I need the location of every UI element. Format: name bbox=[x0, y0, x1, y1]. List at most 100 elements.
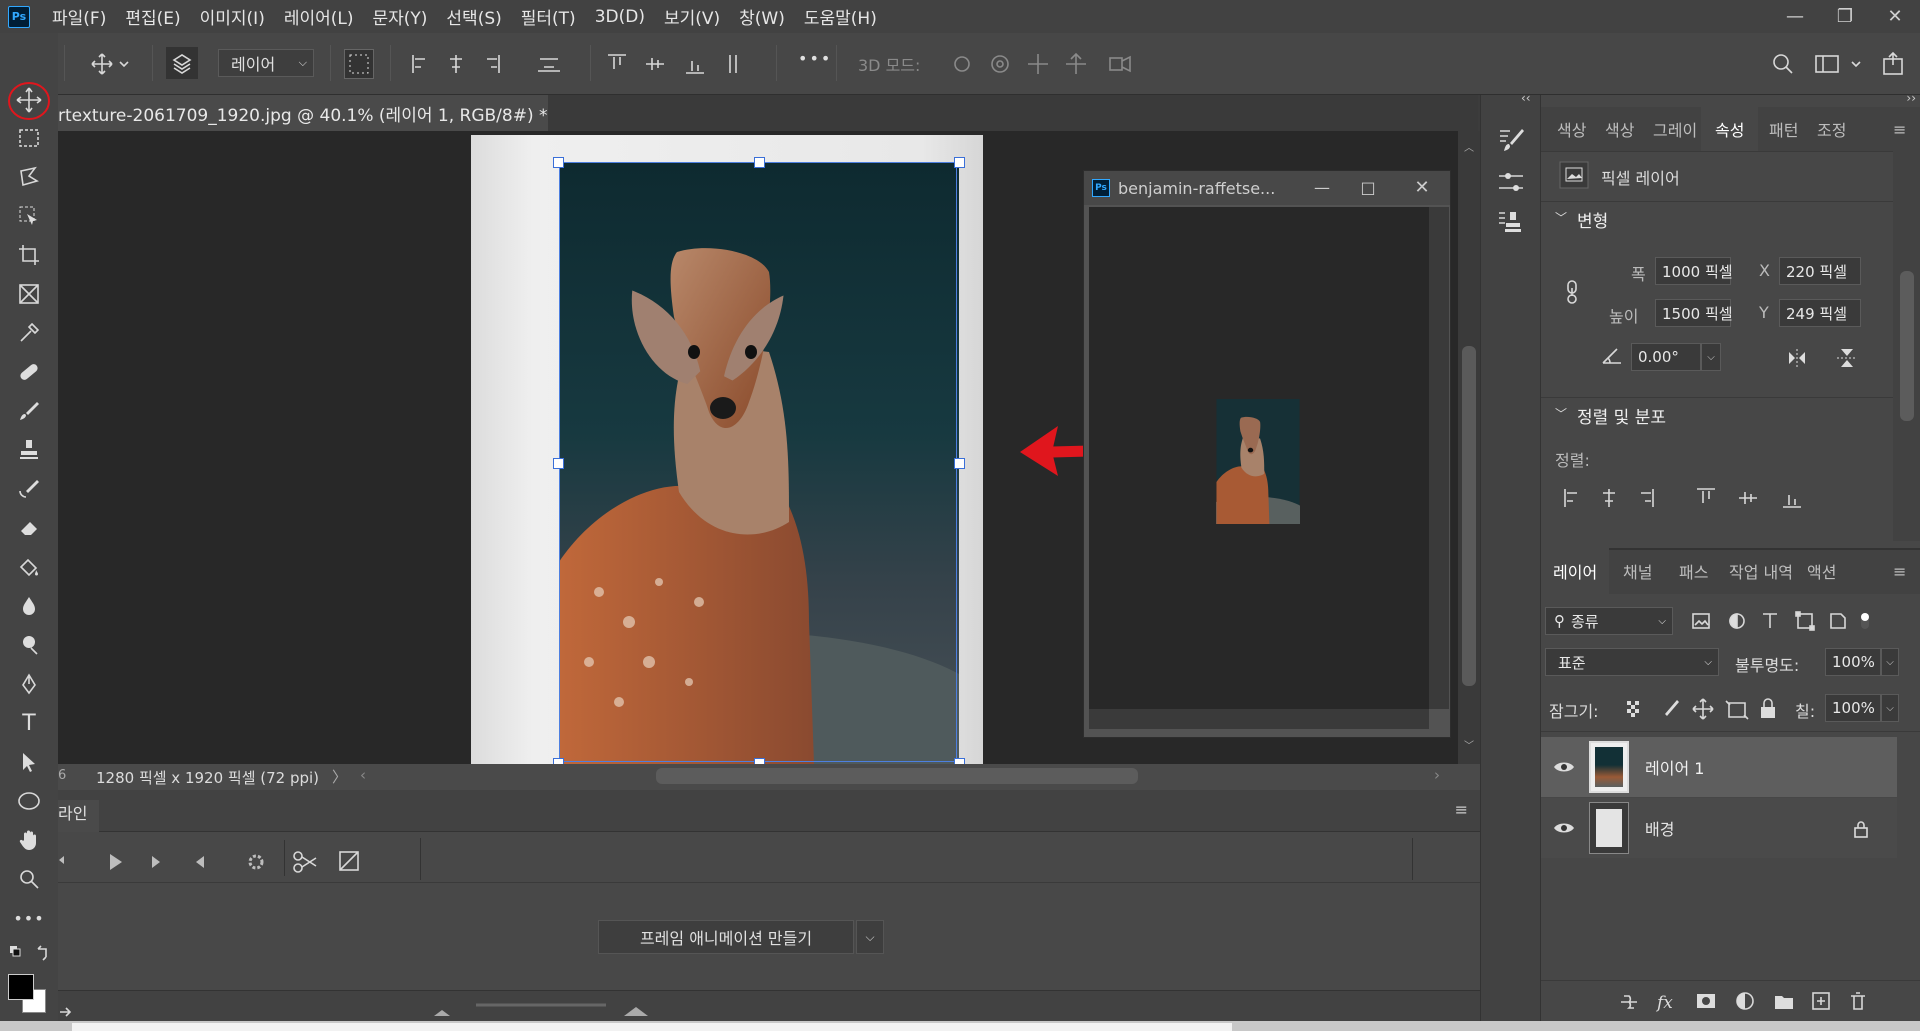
align-collapse-icon[interactable]: ﹀ bbox=[1555, 405, 1567, 422]
height-field[interactable]: 1500 픽셀 bbox=[1655, 299, 1733, 327]
history-brush-tool-icon[interactable] bbox=[11, 472, 47, 506]
pen-tool-icon[interactable] bbox=[11, 667, 47, 701]
menu-edit[interactable]: 편집(E) bbox=[125, 4, 180, 29]
default-colors-icon[interactable] bbox=[8, 943, 52, 963]
transform-handle-ml[interactable] bbox=[553, 458, 564, 469]
layer1-name[interactable]: 레이어 1 bbox=[1645, 755, 1704, 779]
object-selection-tool-icon[interactable] bbox=[11, 199, 47, 233]
tab-color[interactable]: 색상 bbox=[1557, 107, 1586, 151]
tab-channels[interactable]: 채널 bbox=[1623, 548, 1652, 594]
layer1-visibility-eye-icon[interactable] bbox=[1553, 760, 1575, 774]
vertical-scroll-thumb[interactable] bbox=[1462, 346, 1476, 686]
floating-document-window[interactable]: Ps benjamin-raffetse... — □ ✕ bbox=[1083, 170, 1451, 738]
tab-actions[interactable]: 액션 bbox=[1807, 548, 1836, 594]
opacity-field[interactable]: 100% bbox=[1825, 648, 1881, 676]
edit-toolbar-icon[interactable]: ••• bbox=[11, 901, 47, 935]
fill-dropdown-icon[interactable]: ⌵ bbox=[1881, 694, 1899, 722]
floating-vertical-scrollbar[interactable] bbox=[1429, 207, 1449, 709]
tab-paths[interactable]: 패스 bbox=[1679, 548, 1708, 594]
collapse-strip-icon[interactable]: ‹‹ bbox=[1521, 91, 1531, 105]
floating-close-button[interactable]: ✕ bbox=[1404, 177, 1440, 198]
tab-patterns[interactable]: 패턴 bbox=[1769, 107, 1798, 151]
align-buttons-group[interactable] bbox=[410, 53, 580, 75]
auto-select-dropdown[interactable]: 레이어 ⌵ bbox=[218, 49, 314, 77]
timeline-controls[interactable] bbox=[58, 840, 378, 880]
brush-settings-icon[interactable] bbox=[1496, 125, 1526, 155]
transform-handle-tr[interactable] bbox=[954, 157, 965, 168]
scroll-left-icon[interactable]: ‹ bbox=[360, 766, 366, 784]
dodge-tool-icon[interactable] bbox=[11, 628, 47, 662]
menu-window[interactable]: 창(W) bbox=[739, 4, 785, 29]
menu-layer[interactable]: 레이어(L) bbox=[284, 4, 354, 29]
x-field[interactable]: 220 픽셀 bbox=[1779, 257, 1861, 285]
properties-align-buttons[interactable] bbox=[1563, 487, 1863, 509]
paint-bucket-tool-icon[interactable] bbox=[11, 550, 47, 584]
floating-horizontal-scrollbar[interactable] bbox=[1089, 709, 1429, 729]
more-options-icon[interactable]: ••• bbox=[798, 49, 832, 68]
minimize-button[interactable]: — bbox=[1770, 0, 1820, 33]
lasso-tool-icon[interactable] bbox=[11, 160, 47, 194]
y-field[interactable]: 249 픽셀 bbox=[1779, 299, 1861, 327]
properties-menu-icon[interactable]: ≡ bbox=[1893, 107, 1906, 151]
type-tool-icon[interactable]: T bbox=[11, 706, 47, 740]
background-lock-icon[interactable] bbox=[1853, 820, 1869, 838]
foreground-color-swatch[interactable] bbox=[8, 974, 34, 1000]
tab-properties[interactable]: 속성 bbox=[1701, 107, 1759, 151]
zoom-tool-icon[interactable] bbox=[11, 862, 47, 896]
blend-mode-dropdown[interactable]: 표준 ⌵ bbox=[1545, 648, 1719, 676]
menu-select[interactable]: 선택(S) bbox=[446, 4, 501, 29]
menu-view[interactable]: 보기(V) bbox=[664, 4, 720, 29]
transform-handle-mr[interactable] bbox=[954, 458, 965, 469]
path-selection-tool-icon[interactable] bbox=[11, 745, 47, 779]
brush-presets-icon[interactable] bbox=[1496, 168, 1526, 198]
show-transform-controls-icon[interactable] bbox=[344, 49, 374, 79]
angle-dropdown-icon[interactable]: ⌵ bbox=[1701, 343, 1721, 371]
tab-layers[interactable]: 레이어 bbox=[1541, 548, 1610, 594]
healing-brush-tool-icon[interactable] bbox=[11, 355, 47, 389]
frame-tool-icon[interactable] bbox=[11, 277, 47, 311]
menu-filter[interactable]: 필터(T) bbox=[521, 4, 576, 29]
floating-canvas[interactable] bbox=[1089, 207, 1429, 709]
transform-handle-tl[interactable] bbox=[553, 157, 564, 168]
menu-image[interactable]: 이미지(I) bbox=[200, 4, 265, 29]
link-dimensions-icon[interactable] bbox=[1565, 279, 1579, 305]
auto-select-icon[interactable] bbox=[166, 47, 198, 79]
ellipse-tool-icon[interactable] bbox=[11, 784, 47, 818]
background-layer-name[interactable]: 배경 bbox=[1645, 816, 1674, 840]
tab-swatches[interactable]: 색상 bbox=[1605, 107, 1634, 151]
marquee-tool-icon[interactable] bbox=[11, 121, 47, 155]
blur-tool-icon[interactable] bbox=[11, 589, 47, 623]
layer-row-layer1[interactable]: 레이어 1 bbox=[1541, 737, 1897, 797]
layers-footer-icons[interactable]: fx bbox=[1619, 988, 1889, 1016]
clone-source-icon[interactable] bbox=[1496, 208, 1526, 238]
angle-field[interactable]: 0.00° bbox=[1631, 343, 1701, 371]
move-tool-preset-icon[interactable] bbox=[90, 52, 130, 76]
clone-stamp-tool-icon[interactable] bbox=[11, 433, 47, 467]
eraser-tool-icon[interactable] bbox=[11, 511, 47, 545]
workspace-icons[interactable] bbox=[1770, 51, 1910, 77]
restore-button[interactable]: ❐ bbox=[1820, 0, 1870, 33]
brush-tool-icon[interactable] bbox=[11, 394, 47, 428]
horizontal-scroll-thumb[interactable] bbox=[656, 768, 1138, 784]
transform-handle-tm[interactable] bbox=[754, 157, 765, 168]
floating-minimize-button[interactable]: — bbox=[1304, 178, 1340, 198]
layer-filter-dropdown[interactable]: ⚲ 종류 ⌵ bbox=[1545, 607, 1673, 635]
hand-tool-icon[interactable] bbox=[11, 823, 47, 857]
lock-icons[interactable] bbox=[1625, 697, 1805, 721]
menu-file[interactable]: 파일(F) bbox=[52, 4, 106, 29]
create-frame-animation-button[interactable]: 프레임 애니메이션 만들기 bbox=[598, 920, 854, 954]
collapse-panels-icon[interactable]: ›› bbox=[1906, 91, 1916, 105]
tab-gradients[interactable]: 그레이 bbox=[1653, 107, 1701, 151]
layer-filter-icons[interactable] bbox=[1691, 607, 1887, 635]
menu-type[interactable]: 문자(Y) bbox=[372, 4, 427, 29]
eyedropper-tool-icon[interactable] bbox=[11, 316, 47, 350]
distribute-buttons-group[interactable] bbox=[606, 53, 766, 75]
layer-row-background[interactable]: 배경 bbox=[1541, 798, 1897, 858]
3d-mode-icons[interactable] bbox=[950, 51, 1140, 77]
menu-help[interactable]: 도움말(H) bbox=[804, 4, 877, 29]
width-field[interactable]: 1000 픽셀 bbox=[1655, 257, 1733, 285]
crop-tool-icon[interactable] bbox=[11, 238, 47, 272]
tab-history[interactable]: 작업 내역 bbox=[1729, 548, 1793, 594]
close-button[interactable]: ✕ bbox=[1870, 0, 1920, 33]
canvas-vertical-scrollbar[interactable]: ︿ ﹀ bbox=[1458, 131, 1480, 764]
